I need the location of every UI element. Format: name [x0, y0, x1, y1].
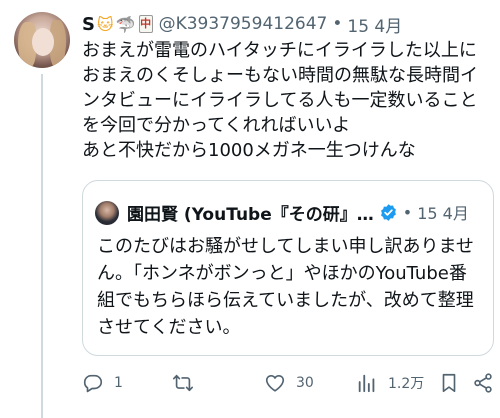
- tweet-text-line: あと不快だから1000メガネ一生つけんな: [82, 140, 416, 161]
- quoted-author-avatar: [95, 201, 119, 225]
- share-button[interactable]: [472, 370, 494, 396]
- quoted-text-line: このたびはお騒がせしてしまい申し訳ありませ: [97, 236, 474, 257]
- share-icon: [474, 373, 492, 393]
- tweet[interactable]: S 🐱 🦈 中 @K3937959412647 • 15 4月 おまえが雷電のハ…: [0, 0, 500, 418]
- reply-icon: [83, 374, 103, 393]
- tweet-text-line: おまえのくそしょーもない時間の無駄な長時間イ: [82, 65, 478, 86]
- reply-button[interactable]: 1: [82, 370, 123, 396]
- view-count: 1.2万: [388, 376, 425, 392]
- tweet-text-line: おまえが雷電のハイタッチにイライラした以上に: [82, 40, 477, 61]
- retweet-button[interactable]: [172, 370, 204, 396]
- quoted-tweet-header: 園田賢 (YouTube『その研』… • 15 4月: [127, 199, 469, 225]
- quoted-text-line: 組でもちらほら伝えていましたが、改めて整理: [97, 290, 474, 311]
- tweet-header: S 🐱 🦈 中 @K3937959412647 • 15 4月: [82, 12, 402, 37]
- tweet-date[interactable]: 15 4月: [347, 12, 402, 37]
- quoted-text-line: ん。「ホンネがボンっと」やほかのYouTube番: [97, 263, 467, 284]
- like-button[interactable]: 30: [264, 370, 314, 396]
- tweet-text: おまえが雷電のハイタッチにイライラした以上に おまえのくそしょーもない時間の無駄…: [82, 38, 494, 163]
- verified-badge-icon: [380, 203, 396, 221]
- bookmark-button[interactable]: [438, 370, 460, 396]
- quoted-tweet[interactable]: 園田賢 (YouTube『その研』… • 15 4月 このたびはお騒がせしてしま…: [82, 180, 494, 356]
- quoted-tweet-date: 15 4月: [417, 204, 469, 223]
- tweet-text-line: ンタビューにイライラしてる人も一定数いること: [82, 90, 478, 111]
- views-button[interactable]: 1.2万: [356, 370, 424, 396]
- bookmark-icon: [442, 373, 456, 393]
- heart-icon: [265, 374, 285, 392]
- shark-emoji: 🦈: [115, 14, 136, 34]
- quoted-author-name: 園田賢 (YouTube『その研』…: [127, 204, 374, 225]
- tweet-text-line: を今回で分かってくれればいいよ: [82, 115, 351, 136]
- like-count: 30: [296, 375, 314, 391]
- retweet-icon: [173, 374, 193, 392]
- reply-count: 1: [114, 375, 123, 391]
- author-name[interactable]: S: [82, 14, 95, 35]
- separator-dot: •: [402, 202, 413, 222]
- cat-emoji: 🐱: [96, 14, 114, 34]
- analytics-icon: [358, 374, 375, 393]
- author-avatar[interactable]: [14, 12, 70, 68]
- author-handle[interactable]: @K3937959412647: [159, 14, 328, 34]
- thread-line: [41, 74, 43, 418]
- action-bar: 1 30 1.2万: [82, 370, 494, 396]
- quoted-text-line: させてください。: [97, 317, 241, 338]
- quoted-tweet-text: このたびはお騒がせしてしまい申し訳ありませ ん。「ホンネがボンっと」やほかのYo…: [97, 233, 489, 341]
- mahjong-tile-emoji: 中: [138, 15, 153, 33]
- separator-dot: •: [332, 14, 343, 34]
